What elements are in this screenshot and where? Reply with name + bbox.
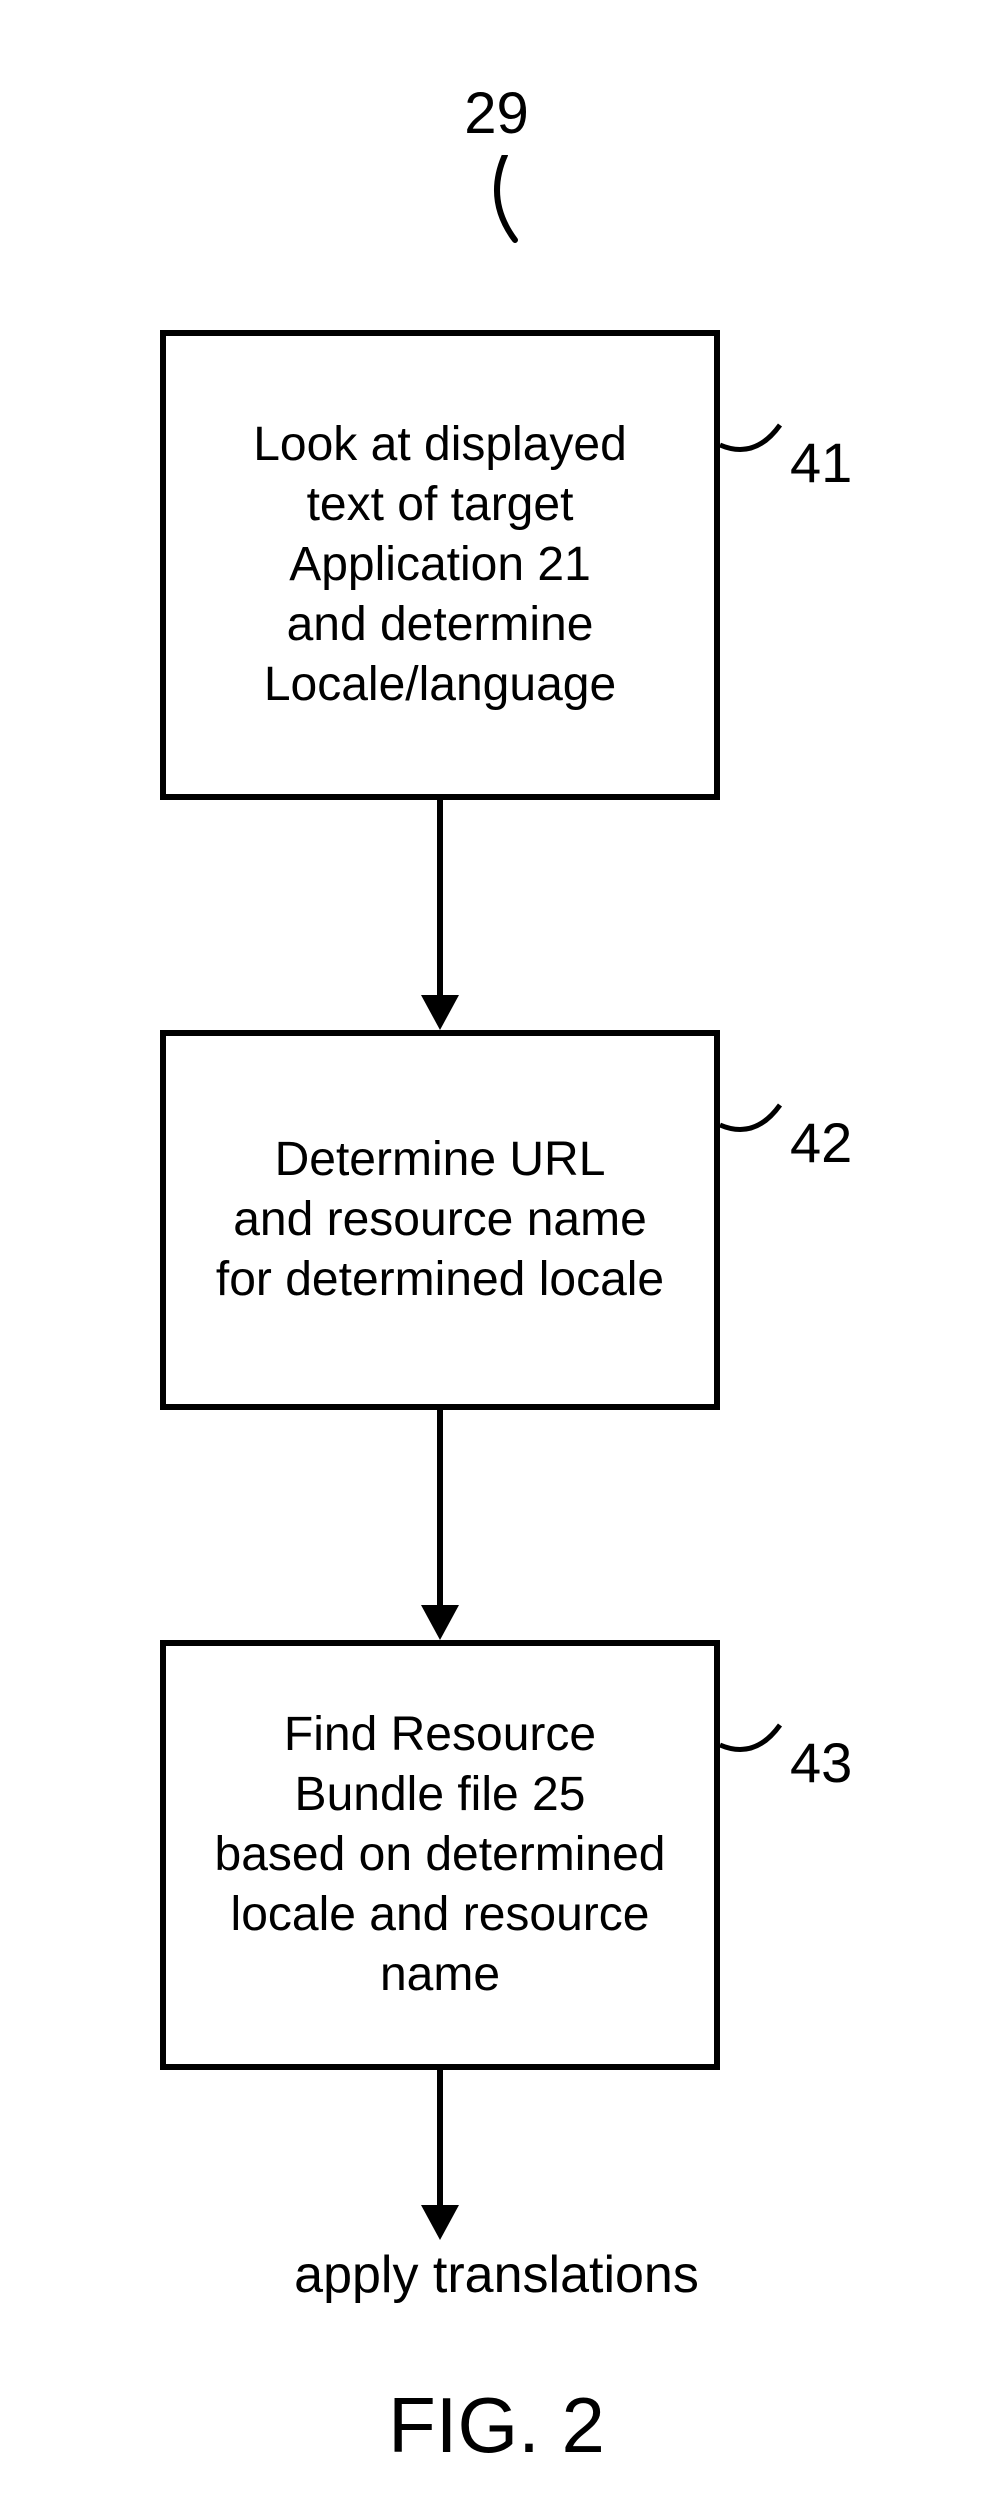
- step-ref-2: 42: [790, 1110, 852, 1175]
- step-box-2-text: Determine URL and resource name for dete…: [216, 1130, 664, 1310]
- step-ref-1: 41: [790, 430, 852, 495]
- step-box-3: Find Resource Bundle file 25 based on de…: [160, 1640, 720, 2070]
- figure-ref-number: 29: [0, 80, 993, 147]
- flowchart-canvas: 29 Look at displayed text of target Appl…: [0, 0, 993, 2517]
- arrow-down-icon: [415, 1410, 465, 1640]
- ref-hook-icon: [480, 155, 530, 245]
- arrow-down-icon: [415, 800, 465, 1030]
- figure-caption: FIG. 2: [0, 2380, 993, 2471]
- leader-line-2-icon: [720, 1085, 790, 1155]
- step-box-2: Determine URL and resource name for dete…: [160, 1030, 720, 1410]
- arrow-down-icon: [415, 2070, 465, 2240]
- leader-line-3-icon: [720, 1705, 790, 1775]
- step-box-1-text: Look at displayed text of target Applica…: [253, 415, 627, 715]
- step-box-3-text: Find Resource Bundle file 25 based on de…: [215, 1705, 666, 2005]
- step-ref-3: 43: [790, 1730, 852, 1795]
- terminal-text: apply translations: [0, 2245, 993, 2305]
- leader-line-1-icon: [720, 405, 790, 475]
- step-box-1: Look at displayed text of target Applica…: [160, 330, 720, 800]
